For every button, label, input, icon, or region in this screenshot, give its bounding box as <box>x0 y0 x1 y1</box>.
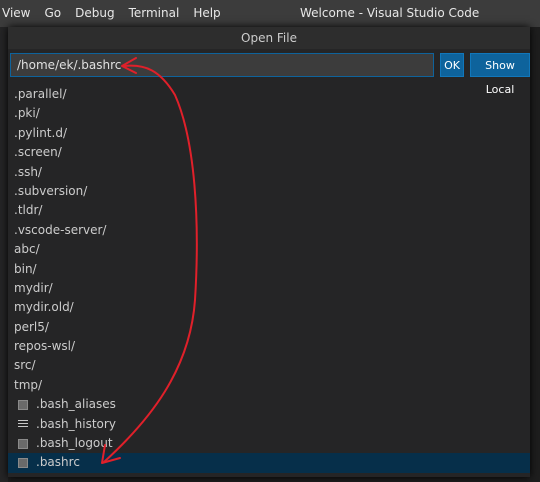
folder-item-label: .parallel/ <box>14 87 67 101</box>
folder-item-label: .pki/ <box>14 106 40 121</box>
folder-item[interactable]: .pylint.d/ <box>8 124 530 143</box>
folder-item[interactable]: abc/ <box>8 240 530 259</box>
folder-item[interactable]: repos-wsl/ <box>8 337 530 356</box>
folder-item[interactable]: mydir/ <box>8 279 530 298</box>
folder-item[interactable]: .subversion/ <box>8 182 530 201</box>
file-icon <box>18 438 28 449</box>
workbench-background-left <box>0 27 8 482</box>
window-title: Welcome - Visual Studio Code <box>300 6 480 20</box>
file-item-label: .bash_history <box>36 416 116 431</box>
file-item-label: .bashrc <box>36 455 80 470</box>
folder-item-label: bin/ <box>14 261 37 276</box>
file-item[interactable]: .bash_aliases <box>8 395 530 414</box>
dialog-title: Open File <box>8 27 530 49</box>
menu-view[interactable]: View <box>0 0 37 27</box>
file-item-selected[interactable]: .bashrc <box>8 453 530 473</box>
path-input[interactable] <box>10 53 434 77</box>
folder-item-label: .pylint.d/ <box>14 125 67 140</box>
folder-item[interactable]: tmp/ <box>8 376 530 395</box>
menu-bar: View Go Debug Terminal Help <box>0 0 228 27</box>
file-item[interactable]: .bash_history <box>8 415 530 434</box>
folder-item[interactable]: .screen/ <box>8 143 530 162</box>
file-list: .parallel/ .pki/ .pylint.d/ .screen/ .ssh/ .s… <box>8 85 530 473</box>
menu-debug[interactable]: Debug <box>68 0 121 27</box>
folder-item[interactable]: bin/ <box>8 260 530 279</box>
file-icon <box>18 458 28 469</box>
file-item[interactable]: .bash_logout <box>8 434 530 453</box>
folder-item[interactable]: src/ <box>8 356 530 375</box>
file-icon <box>18 399 28 410</box>
folder-item[interactable]: .pki/ <box>8 104 530 123</box>
workbench-background-right <box>530 27 540 482</box>
ok-button[interactable]: OK <box>440 53 464 77</box>
folder-item[interactable]: .vscode-server/ <box>8 221 530 240</box>
folder-item-label: src/ <box>14 358 36 373</box>
file-item-label: .bash_logout <box>36 436 113 451</box>
folder-item-label: .ssh/ <box>14 164 42 179</box>
folder-item[interactable]: .parallel/ <box>8 85 530 104</box>
folder-item[interactable]: .tldr/ <box>8 201 530 220</box>
folder-item-label: .screen/ <box>14 145 62 160</box>
menu-help[interactable]: Help <box>186 0 227 27</box>
file-item-label: .bash_aliases <box>36 397 116 412</box>
folder-item-label: repos-wsl/ <box>14 339 76 354</box>
folder-item-label: .subversion/ <box>14 183 88 198</box>
show-local-button[interactable]: Show Local <box>470 53 530 96</box>
menu-go[interactable]: Go <box>37 0 68 27</box>
open-file-dialog: Open File OK Show Local .parallel/ .pki/.… <box>8 27 530 477</box>
folder-item-label: mydir/ <box>14 280 53 295</box>
folder-item-label: tmp/ <box>14 377 43 392</box>
folder-item[interactable]: mydir.old/ <box>8 298 530 317</box>
folder-item-label: .tldr/ <box>14 203 43 218</box>
menu-terminal[interactable]: Terminal <box>122 0 187 27</box>
folder-item-label: perl5/ <box>14 319 49 334</box>
folder-item[interactable]: .ssh/ <box>8 163 530 182</box>
path-input-row: OK Show Local <box>10 53 530 96</box>
folder-item-label: .vscode-server/ <box>14 222 107 237</box>
title-bar: View Go Debug Terminal Help Welcome - Vi… <box>0 0 540 27</box>
folder-item-label: mydir.old/ <box>14 300 74 315</box>
folder-item[interactable]: perl5/ <box>8 318 530 337</box>
text-file-icon <box>18 419 28 429</box>
folder-item-label: abc/ <box>14 242 40 257</box>
